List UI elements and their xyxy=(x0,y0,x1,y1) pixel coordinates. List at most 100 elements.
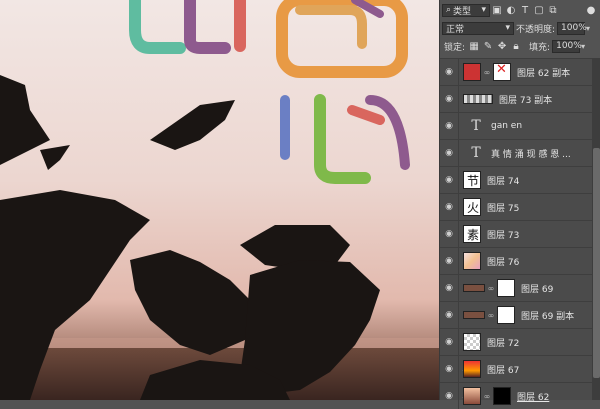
ink-stroke-5 xyxy=(130,250,260,355)
layer-row[interactable]: ◉ 图层 76 xyxy=(440,247,592,274)
ink-glyph-icon: 素 xyxy=(467,228,480,242)
fill-input[interactable]: 100% xyxy=(552,39,582,53)
lock-position-icon[interactable]: ✥ xyxy=(495,39,509,53)
layer-mask-thumbnail[interactable] xyxy=(493,387,511,405)
layer-row[interactable]: ◉ 节 图层 74 xyxy=(440,166,592,193)
glyph-stroke-purple-2 xyxy=(365,95,410,170)
glyph-stroke-teal xyxy=(129,0,186,54)
layer-mask-thumbnail[interactable] xyxy=(497,306,515,324)
fill-value: 100% xyxy=(556,41,582,51)
layer-row[interactable]: ◉ ↓ 图层 67 xyxy=(440,355,592,382)
lock-all-icon[interactable]: 🔒︎ xyxy=(509,39,523,53)
layer-thumbnail: 素 xyxy=(463,225,481,243)
layer-name[interactable]: 图层 75 xyxy=(487,201,519,214)
layer-name[interactable]: 图层 72 xyxy=(487,336,519,349)
image-filter-icon[interactable]: ▣ xyxy=(490,3,504,17)
lock-label: 锁定: xyxy=(444,42,466,53)
layer-name[interactable]: 图层 69 xyxy=(521,282,553,295)
ink-stroke-3 xyxy=(0,190,150,400)
layer-thumbnail xyxy=(463,333,481,351)
document-canvas[interactable] xyxy=(0,0,439,400)
link-chain-icon: ∞ xyxy=(483,391,491,401)
layer-row[interactable]: ◉ ↓ ∞ 图层 62 xyxy=(440,382,592,409)
visibility-eye-icon[interactable]: ◉ xyxy=(440,140,459,166)
layer-name[interactable]: gan en xyxy=(491,121,522,131)
layer-thumbnail: 节 xyxy=(463,171,481,189)
layers-scrollbar[interactable] xyxy=(592,58,600,400)
ink-stroke-4 xyxy=(150,100,235,150)
layer-row[interactable]: ◉ 火 图层 75 xyxy=(440,193,592,220)
layer-row[interactable]: ◉ T gan en xyxy=(440,112,592,139)
layer-name[interactable]: 图层 76 xyxy=(487,255,519,268)
link-chain-icon: ∞ xyxy=(483,67,491,77)
layer-thumbnail xyxy=(463,94,493,104)
opacity-input[interactable]: 100% xyxy=(557,21,587,35)
filter-row: ⌕ 类型 ▾ ▣ ◐ T ▢ ⧉ ● xyxy=(442,2,598,18)
layer-mask-thumbnail[interactable]: ✕ xyxy=(493,62,511,81)
visibility-eye-icon[interactable]: ◉ xyxy=(440,248,459,274)
layer-thumbnail xyxy=(463,63,481,81)
link-chain-icon: ∞ xyxy=(487,283,495,293)
layer-name[interactable]: 图层 62 副本 xyxy=(517,66,570,79)
layer-name[interactable]: 真 情 涌 现 感 恩 ... xyxy=(491,147,571,160)
visibility-eye-icon[interactable]: ◉ xyxy=(440,113,459,139)
lock-row: 锁定: ▦ ✎ ✥ 🔒︎ 填充: 100% ▾ xyxy=(442,38,598,54)
opacity-label: 不透明度: xyxy=(516,24,556,35)
layer-name[interactable]: 图层 74 xyxy=(487,174,519,187)
visibility-eye-icon[interactable]: ◉ xyxy=(440,59,459,85)
scrollbar-thumb[interactable] xyxy=(593,148,600,378)
layer-row[interactable]: ◉ 图层 72 xyxy=(440,328,592,355)
glyph-stroke-gold xyxy=(295,5,367,49)
visibility-eye-icon[interactable]: ◉ xyxy=(440,221,459,247)
visibility-eye-icon[interactable]: ◉ xyxy=(440,356,459,382)
glyph-stroke-red-2 xyxy=(347,105,385,125)
layer-name[interactable]: 图层 62 xyxy=(517,390,549,403)
ink-stroke-2 xyxy=(40,145,70,170)
layer-mask-thumbnail[interactable] xyxy=(497,279,515,297)
type-filter-icon[interactable]: T xyxy=(518,3,532,17)
layer-row[interactable]: ◉ T 真 情 涌 现 感 恩 ... xyxy=(440,139,592,166)
visibility-eye-icon[interactable]: ◉ xyxy=(440,86,459,112)
visibility-eye-icon[interactable]: ◉ xyxy=(440,383,459,409)
visibility-eye-icon[interactable]: ◉ xyxy=(440,194,459,220)
artwork-svg xyxy=(0,0,410,400)
layer-row[interactable]: ◉ ∞ 图层 69 xyxy=(440,274,592,301)
lock-transparent-icon[interactable]: ▦ xyxy=(467,39,481,53)
search-icon: ⌕ xyxy=(446,5,452,15)
blend-mode-select[interactable]: 正常 ▾ xyxy=(442,21,514,35)
layer-row[interactable]: ◉ ∞ 图层 69 副本 xyxy=(440,301,592,328)
chevron-down-icon[interactable]: ▾ xyxy=(586,24,590,33)
blend-mode-label: 正常 xyxy=(446,24,465,35)
layer-name[interactable]: 图层 67 xyxy=(487,363,519,376)
layer-row[interactable]: ◉ 素 图层 73 xyxy=(440,220,592,247)
type-layer-icon: T xyxy=(471,118,481,134)
filter-kind-select[interactable]: ⌕ 类型 ▾ xyxy=(442,3,490,17)
adjustment-filter-icon[interactable]: ◐ xyxy=(504,3,518,17)
shape-filter-icon[interactable]: ▢ xyxy=(532,3,546,17)
chevron-down-icon[interactable]: ▾ xyxy=(581,42,585,51)
layer-thumbnail xyxy=(463,360,481,378)
mask-x-icon: ✕ xyxy=(496,62,507,77)
visibility-eye-icon[interactable]: ◉ xyxy=(440,302,459,328)
layer-name[interactable]: 图层 73 xyxy=(487,228,519,241)
layer-name[interactable]: 图层 69 副本 xyxy=(521,309,574,322)
layer-name[interactable]: 图层 73 副本 xyxy=(499,93,552,106)
layer-row[interactable]: ◉ ∞ ✕ 图层 62 副本 xyxy=(440,58,592,85)
smart-object-filter-icon[interactable]: ⧉ xyxy=(546,3,560,17)
filter-toggle-icon[interactable]: ● xyxy=(584,3,598,17)
opacity-value: 100% xyxy=(561,23,587,33)
layer-thumbnail xyxy=(463,284,485,292)
visibility-eye-icon[interactable]: ◉ xyxy=(440,329,459,355)
lock-pixels-icon[interactable]: ✎ xyxy=(481,39,495,53)
colorful-glyph-art xyxy=(129,0,410,184)
glyph-stroke-purple xyxy=(184,0,231,54)
layer-thumbnail xyxy=(463,387,481,405)
visibility-eye-icon[interactable]: ◉ xyxy=(440,275,459,301)
layers-panel: ⌕ 类型 ▾ ▣ ◐ T ▢ ⧉ ● 正常 ▾ 不透明度: 100% ▾ 锁定:… xyxy=(439,0,600,409)
visibility-eye-icon[interactable]: ◉ xyxy=(440,167,459,193)
link-chain-icon: ∞ xyxy=(487,310,495,320)
ink-glyph-icon: 火 xyxy=(467,201,480,215)
layer-row[interactable]: ◉ 图层 73 副本 xyxy=(440,85,592,112)
chevron-down-icon: ▾ xyxy=(505,23,510,33)
layer-thumbnail xyxy=(463,311,485,319)
